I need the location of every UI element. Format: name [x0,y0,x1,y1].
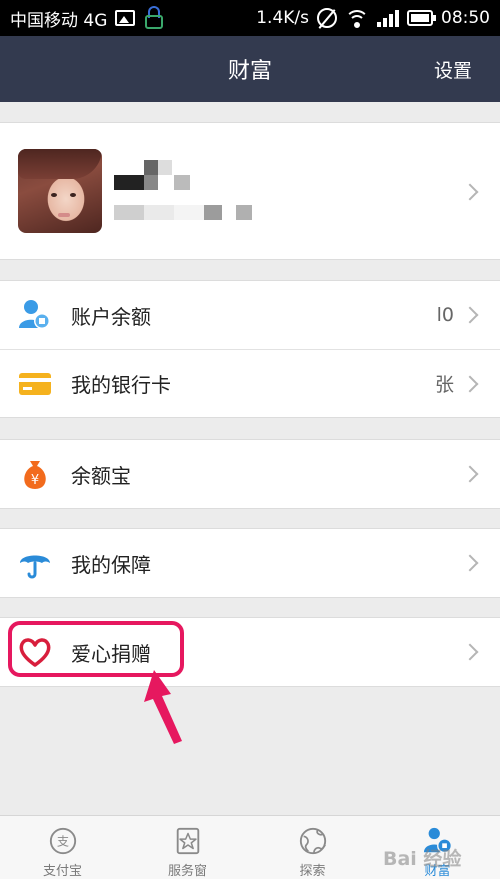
protection-row[interactable]: 我的保障 [0,529,500,597]
avatar[interactable] [18,149,102,233]
money-bag-icon: ¥ [18,457,52,491]
wifi-icon [345,8,369,28]
star-window-icon [176,827,199,855]
shopping-bag-icon [143,6,165,30]
umbrella-icon [20,555,50,579]
mute-icon [317,8,337,28]
top-header: 财富 设置 [0,36,500,102]
chevron-right-icon [461,643,479,661]
page-title: 财富 [227,59,272,84]
profile-chevron-right-icon [461,183,479,201]
tab-alipay[interactable]: 支 支付宝 [0,816,125,879]
chevron-right-icon [461,306,479,324]
alipay-icon: 支 [49,827,76,855]
status-bar: 中国移动 4G 1.4K/s 08:50 [0,0,500,36]
protection-group: 我的保障 [0,528,500,598]
account-balance-row[interactable]: 账户余额 l0 [0,281,500,349]
chevron-right-icon [461,465,479,483]
tab-label: 支付宝 [42,864,82,879]
yuebao-row[interactable]: ¥ 余额宝 [0,440,500,508]
settings-button[interactable]: 设置 [434,56,472,83]
tab-service-window[interactable]: 服务窗 [125,816,250,879]
tab-label: 服务窗 [167,864,207,879]
svg-text:支: 支 [56,835,68,849]
network-speed: 1.4K/s [256,8,309,28]
chevron-right-icon [461,554,479,572]
account-balance-value: l0 [436,304,454,326]
image-notification-icon [115,10,136,26]
protection-label: 我的保障 [71,552,151,577]
bank-card-row[interactable]: 我的银行卡 张 [0,349,500,417]
account-group: 账户余额 l0 我的银行卡 张 [0,280,500,418]
svg-text:¥: ¥ [31,473,39,488]
chevron-right-icon [461,375,479,393]
clock: 08:50 [441,8,490,28]
account-user-icon [19,300,50,329]
globe-icon [299,827,326,855]
yuebao-label: 余额宝 [71,463,131,488]
bank-card-count: 张 [434,374,454,396]
annotation-arrow [144,670,182,744]
carrier-label: 中国移动 4G [10,10,108,31]
account-balance-label: 账户余额 [71,304,151,329]
bank-card-label: 我的银行卡 [71,373,171,397]
yuebao-group: ¥ 余额宝 [0,439,500,509]
battery-icon [407,10,436,26]
tab-explore[interactable]: 探索 [250,816,375,879]
baidu-watermark: Bai 经验 [383,848,462,870]
bank-card-icon [19,372,51,395]
tab-label: 探索 [299,864,326,879]
profile-card[interactable] [0,122,500,260]
signal-icon [377,9,399,27]
